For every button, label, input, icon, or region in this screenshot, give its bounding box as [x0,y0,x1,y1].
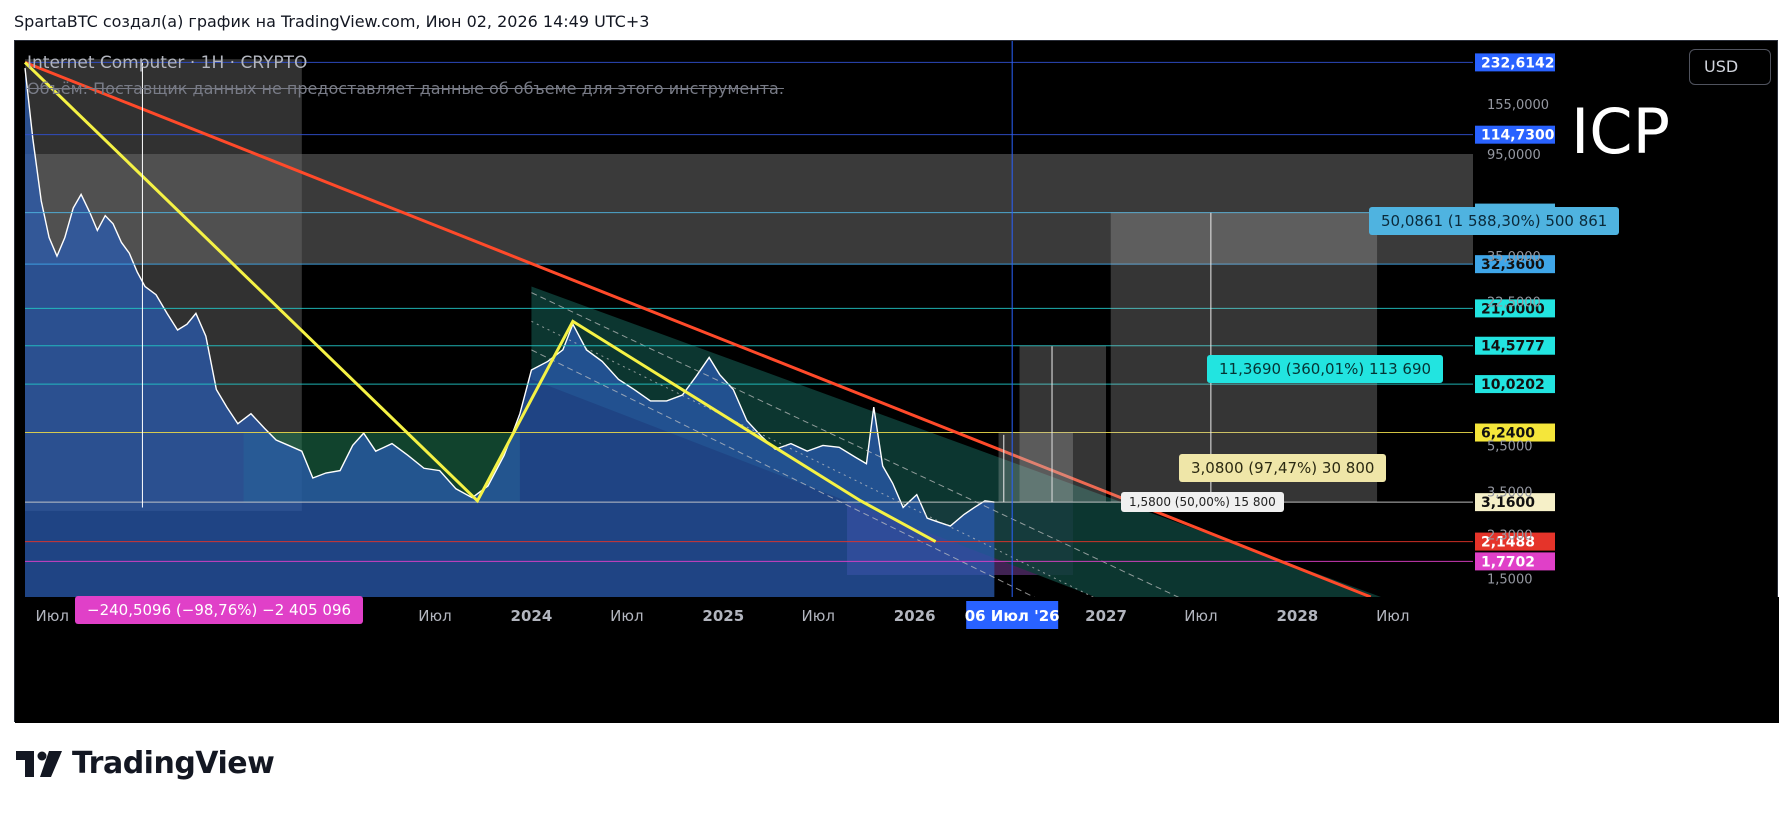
price-level-label-6: 10,0202 [1481,377,1545,393]
crosshair-x-label: 06 Июл '26 [965,607,1060,625]
measure-label-target-top[interactable]: 50,0861 (1 588,30%) 500 861 [1369,207,1620,235]
price-level-label-10: 1,7702 [1481,554,1535,570]
x-tick-label-4: Июл [418,607,451,625]
y-tick-label-2: 35,0000 [1487,250,1541,265]
chart-frame[interactable]: 232,6142114,730053,570032,360021,000014,… [14,40,1779,723]
y-tick-label-5: 3,5000 [1487,486,1533,501]
volume-note: Объём: Поставщик данных не предоставляет… [27,79,784,98]
ticker-watermark: ICP [1571,95,1670,168]
tradingview-logo-text: TradingView [72,746,275,781]
tradingview-logo-icon [16,750,62,777]
page-header: SpartaBTC создал(а) график на TradingVie… [14,12,650,31]
price-level-label-5: 14,5777 [1481,339,1545,355]
y-tick-label-0: 155,0000 [1487,98,1549,113]
target-box-mid [1019,345,1107,503]
x-tick-label-10: 2027 [1085,607,1127,625]
y-tick-label-3: 22,5000 [1487,295,1541,310]
price-level-label-0: 232,6142 [1481,55,1555,71]
y-tick-label-1: 95,0000 [1487,148,1541,163]
y-tick-label-6: 2,3000 [1487,529,1533,544]
currency-button[interactable]: USD [1689,49,1771,85]
x-tick-label-7: 2025 [702,607,744,625]
x-tick-label-9: 2026 [894,607,936,625]
x-tick-label-8: Июл [801,607,834,625]
x-tick-label-11: Июл [1184,607,1217,625]
x-tick-label-6: Июл [610,607,643,625]
price-level-label-1: 114,7300 [1481,128,1555,144]
measure-label-target-first[interactable]: 1,5800 (50,00%) 15 800 [1121,492,1284,512]
x-tick-label-0: Июл [36,607,69,625]
y-tick-label-4: 5,5000 [1487,439,1533,454]
measure-label-target-low[interactable]: 3,0800 (97,47%) 30 800 [1179,454,1387,482]
x-tick-label-5: 2024 [511,607,553,625]
measure-label-drop[interactable]: −240,5096 (−98,76%) −2 405 096 [75,596,364,624]
x-tick-label-12: 2028 [1276,607,1318,625]
symbol-title[interactable]: Internet Computer · 1H · CRYPTO [27,53,307,73]
x-tick-label-13: Июл [1376,607,1409,625]
measure-label-target-mid[interactable]: 11,3690 (360,01%) 113 690 [1207,355,1444,383]
y-tick-label-7: 1,5000 [1487,572,1533,587]
tradingview-logo[interactable]: TradingView [16,746,275,781]
